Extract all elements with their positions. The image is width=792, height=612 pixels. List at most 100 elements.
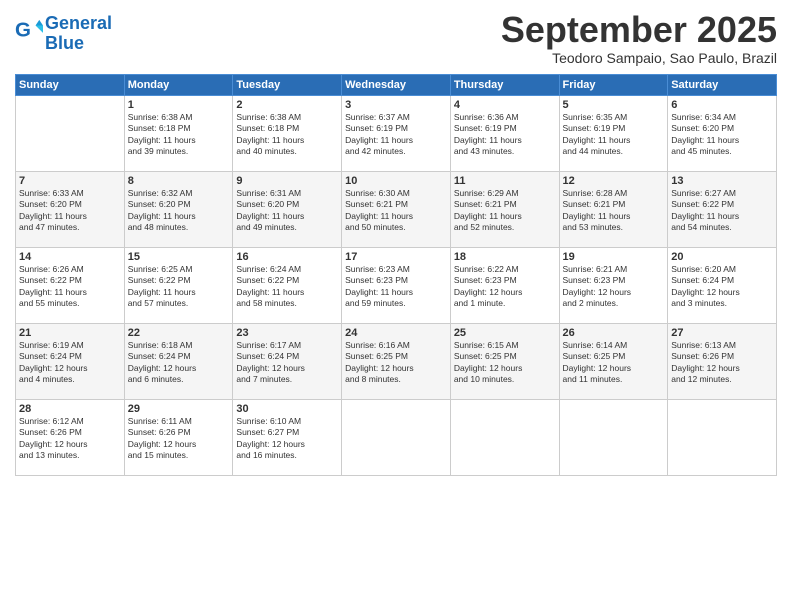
calendar-cell: 30Sunrise: 6:10 AM Sunset: 6:27 PM Dayli… [233, 399, 342, 475]
calendar-week-row: 21Sunrise: 6:19 AM Sunset: 6:24 PM Dayli… [16, 323, 777, 399]
calendar-cell: 26Sunrise: 6:14 AM Sunset: 6:25 PM Dayli… [559, 323, 668, 399]
calendar-cell [559, 399, 668, 475]
day-number: 20 [671, 251, 773, 263]
calendar-cell [668, 399, 777, 475]
calendar-week-row: 14Sunrise: 6:26 AM Sunset: 6:22 PM Dayli… [16, 247, 777, 323]
day-number: 22 [128, 327, 230, 339]
calendar-cell: 14Sunrise: 6:26 AM Sunset: 6:22 PM Dayli… [16, 247, 125, 323]
calendar-cell: 29Sunrise: 6:11 AM Sunset: 6:26 PM Dayli… [124, 399, 233, 475]
day-info: Sunrise: 6:26 AM Sunset: 6:22 PM Dayligh… [19, 264, 121, 310]
day-info: Sunrise: 6:25 AM Sunset: 6:22 PM Dayligh… [128, 264, 230, 310]
calendar-cell: 24Sunrise: 6:16 AM Sunset: 6:25 PM Dayli… [342, 323, 451, 399]
calendar-table: SundayMondayTuesdayWednesdayThursdayFrid… [15, 74, 777, 476]
day-info: Sunrise: 6:32 AM Sunset: 6:20 PM Dayligh… [128, 188, 230, 234]
calendar-cell: 13Sunrise: 6:27 AM Sunset: 6:22 PM Dayli… [668, 171, 777, 247]
calendar-cell: 1Sunrise: 6:38 AM Sunset: 6:18 PM Daylig… [124, 95, 233, 171]
svg-text:G: G [15, 18, 31, 41]
month-title: September 2025 [501, 10, 777, 50]
day-number: 21 [19, 327, 121, 339]
title-block: September 2025 Teodoro Sampaio, Sao Paul… [501, 10, 777, 66]
day-info: Sunrise: 6:12 AM Sunset: 6:26 PM Dayligh… [19, 416, 121, 462]
day-number: 26 [563, 327, 665, 339]
day-info: Sunrise: 6:36 AM Sunset: 6:19 PM Dayligh… [454, 112, 556, 158]
calendar-cell: 4Sunrise: 6:36 AM Sunset: 6:19 PM Daylig… [450, 95, 559, 171]
day-number: 3 [345, 99, 447, 111]
day-number: 7 [19, 175, 121, 187]
day-number: 9 [236, 175, 338, 187]
location-subtitle: Teodoro Sampaio, Sao Paulo, Brazil [501, 50, 777, 66]
day-number: 13 [671, 175, 773, 187]
calendar-week-row: 1Sunrise: 6:38 AM Sunset: 6:18 PM Daylig… [16, 95, 777, 171]
day-info: Sunrise: 6:18 AM Sunset: 6:24 PM Dayligh… [128, 340, 230, 386]
day-number: 28 [19, 403, 121, 415]
day-info: Sunrise: 6:38 AM Sunset: 6:18 PM Dayligh… [128, 112, 230, 158]
calendar-cell: 6Sunrise: 6:34 AM Sunset: 6:20 PM Daylig… [668, 95, 777, 171]
day-number: 27 [671, 327, 773, 339]
calendar-cell: 23Sunrise: 6:17 AM Sunset: 6:24 PM Dayli… [233, 323, 342, 399]
day-info: Sunrise: 6:30 AM Sunset: 6:21 PM Dayligh… [345, 188, 447, 234]
day-info: Sunrise: 6:35 AM Sunset: 6:19 PM Dayligh… [563, 112, 665, 158]
day-number: 24 [345, 327, 447, 339]
day-info: Sunrise: 6:23 AM Sunset: 6:23 PM Dayligh… [345, 264, 447, 310]
calendar-cell: 9Sunrise: 6:31 AM Sunset: 6:20 PM Daylig… [233, 171, 342, 247]
calendar-cell: 2Sunrise: 6:38 AM Sunset: 6:18 PM Daylig… [233, 95, 342, 171]
day-info: Sunrise: 6:29 AM Sunset: 6:21 PM Dayligh… [454, 188, 556, 234]
logo-line1: General [45, 13, 112, 33]
calendar-cell: 19Sunrise: 6:21 AM Sunset: 6:23 PM Dayli… [559, 247, 668, 323]
day-info: Sunrise: 6:28 AM Sunset: 6:21 PM Dayligh… [563, 188, 665, 234]
day-number: 15 [128, 251, 230, 263]
day-info: Sunrise: 6:10 AM Sunset: 6:27 PM Dayligh… [236, 416, 338, 462]
day-info: Sunrise: 6:37 AM Sunset: 6:19 PM Dayligh… [345, 112, 447, 158]
calendar-cell: 28Sunrise: 6:12 AM Sunset: 6:26 PM Dayli… [16, 399, 125, 475]
day-number: 25 [454, 327, 556, 339]
day-number: 10 [345, 175, 447, 187]
day-number: 30 [236, 403, 338, 415]
day-number: 16 [236, 251, 338, 263]
day-number: 5 [563, 99, 665, 111]
calendar-cell [16, 95, 125, 171]
day-info: Sunrise: 6:31 AM Sunset: 6:20 PM Dayligh… [236, 188, 338, 234]
col-header-monday: Monday [124, 74, 233, 95]
day-number: 23 [236, 327, 338, 339]
calendar-cell: 7Sunrise: 6:33 AM Sunset: 6:20 PM Daylig… [16, 171, 125, 247]
day-info: Sunrise: 6:21 AM Sunset: 6:23 PM Dayligh… [563, 264, 665, 310]
day-number: 29 [128, 403, 230, 415]
day-info: Sunrise: 6:13 AM Sunset: 6:26 PM Dayligh… [671, 340, 773, 386]
calendar-cell: 25Sunrise: 6:15 AM Sunset: 6:25 PM Dayli… [450, 323, 559, 399]
day-info: Sunrise: 6:34 AM Sunset: 6:20 PM Dayligh… [671, 112, 773, 158]
day-number: 8 [128, 175, 230, 187]
day-number: 19 [563, 251, 665, 263]
calendar-cell: 16Sunrise: 6:24 AM Sunset: 6:22 PM Dayli… [233, 247, 342, 323]
day-info: Sunrise: 6:33 AM Sunset: 6:20 PM Dayligh… [19, 188, 121, 234]
day-info: Sunrise: 6:24 AM Sunset: 6:22 PM Dayligh… [236, 264, 338, 310]
day-number: 4 [454, 99, 556, 111]
calendar-cell: 3Sunrise: 6:37 AM Sunset: 6:19 PM Daylig… [342, 95, 451, 171]
day-info: Sunrise: 6:15 AM Sunset: 6:25 PM Dayligh… [454, 340, 556, 386]
calendar-cell: 15Sunrise: 6:25 AM Sunset: 6:22 PM Dayli… [124, 247, 233, 323]
day-number: 11 [454, 175, 556, 187]
day-info: Sunrise: 6:16 AM Sunset: 6:25 PM Dayligh… [345, 340, 447, 386]
day-info: Sunrise: 6:27 AM Sunset: 6:22 PM Dayligh… [671, 188, 773, 234]
col-header-wednesday: Wednesday [342, 74, 451, 95]
day-info: Sunrise: 6:19 AM Sunset: 6:24 PM Dayligh… [19, 340, 121, 386]
calendar-cell: 8Sunrise: 6:32 AM Sunset: 6:20 PM Daylig… [124, 171, 233, 247]
day-info: Sunrise: 6:22 AM Sunset: 6:23 PM Dayligh… [454, 264, 556, 310]
day-info: Sunrise: 6:17 AM Sunset: 6:24 PM Dayligh… [236, 340, 338, 386]
calendar-header-row: SundayMondayTuesdayWednesdayThursdayFrid… [16, 74, 777, 95]
calendar-cell [450, 399, 559, 475]
calendar-cell: 27Sunrise: 6:13 AM Sunset: 6:26 PM Dayli… [668, 323, 777, 399]
day-number: 18 [454, 251, 556, 263]
col-header-saturday: Saturday [668, 74, 777, 95]
day-number: 1 [128, 99, 230, 111]
calendar-cell: 22Sunrise: 6:18 AM Sunset: 6:24 PM Dayli… [124, 323, 233, 399]
calendar-cell: 12Sunrise: 6:28 AM Sunset: 6:21 PM Dayli… [559, 171, 668, 247]
col-header-friday: Friday [559, 74, 668, 95]
col-header-thursday: Thursday [450, 74, 559, 95]
col-header-sunday: Sunday [16, 74, 125, 95]
logo-line2: Blue [45, 33, 84, 53]
day-number: 12 [563, 175, 665, 187]
col-header-tuesday: Tuesday [233, 74, 342, 95]
day-info: Sunrise: 6:20 AM Sunset: 6:24 PM Dayligh… [671, 264, 773, 310]
day-number: 2 [236, 99, 338, 111]
day-number: 6 [671, 99, 773, 111]
